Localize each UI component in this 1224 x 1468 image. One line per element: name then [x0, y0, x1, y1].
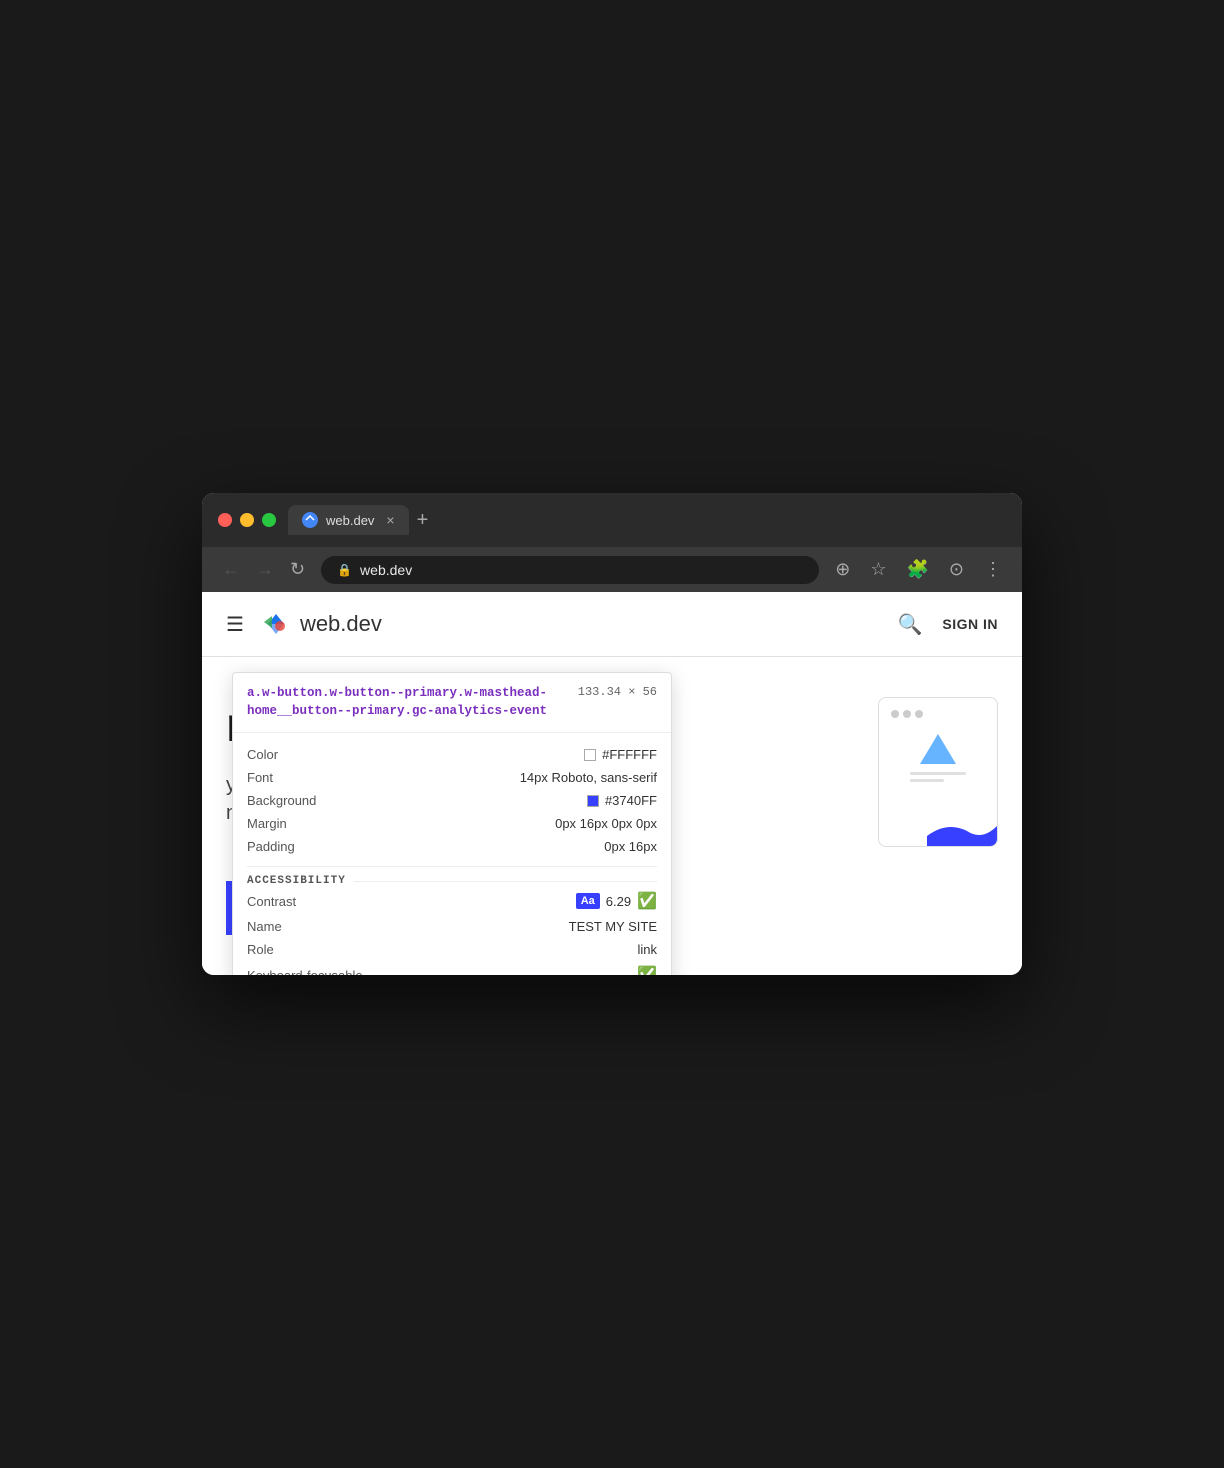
- color-swatch-white: [584, 749, 596, 761]
- name-value: TEST MY SITE: [569, 919, 657, 934]
- mock-wave: [927, 816, 997, 846]
- background-label: Background: [247, 793, 316, 808]
- padding-value: 0px 16px: [604, 839, 657, 854]
- name-label: Name: [247, 919, 282, 934]
- contrast-label: Contrast: [247, 894, 296, 909]
- forward-button[interactable]: →: [252, 555, 278, 584]
- browser-tab[interactable]: web.dev ×: [288, 505, 409, 535]
- mock-triangle: [920, 734, 956, 764]
- close-button[interactable]: [218, 513, 232, 527]
- contrast-value: Aa 6.29 ✅: [576, 891, 657, 911]
- browser-actions: ⊕ ☆ 🧩 ⊙ ⋮: [831, 555, 1006, 584]
- hero-illustration: [878, 697, 998, 847]
- inspector-divider: [247, 866, 657, 867]
- lock-icon: 🔒: [337, 563, 352, 577]
- font-label: Font: [247, 770, 273, 785]
- tab-bar: web.dev × +: [288, 505, 1006, 535]
- role-value: link: [637, 942, 657, 957]
- address-bar[interactable]: 🔒 web.dev: [321, 556, 819, 584]
- nav-buttons: ← → ↻: [218, 555, 309, 584]
- mock-line-1: [910, 772, 966, 775]
- margin-value: 0px 16px 0px 0px: [555, 816, 657, 831]
- refresh-button[interactable]: ↻: [286, 555, 309, 584]
- site-logo-text: web.dev: [300, 611, 382, 637]
- traffic-lights: [218, 513, 276, 527]
- minimize-button[interactable]: [240, 513, 254, 527]
- site-header-right: 🔍 SIGN IN: [897, 612, 998, 637]
- inspector-header: a.w-button.w-button--primary.w-masthead-…: [233, 673, 671, 733]
- padding-row: Padding 0px 16px: [247, 835, 657, 858]
- font-value: 14px Roboto, sans-serif: [520, 770, 657, 785]
- color-value: #FFFFFF: [584, 747, 657, 762]
- mock-line-2: [910, 779, 944, 782]
- keyboard-label: Keyboard-focusable: [247, 968, 363, 976]
- tab-close-button[interactable]: ×: [386, 512, 394, 528]
- browser-window: web.dev × + ← → ↻ 🔒 web.dev ⊕ ☆ 🧩 ⊙ ⋮: [202, 493, 1022, 975]
- mock-dot-2: [903, 710, 911, 718]
- site-header-left: ☰ web.dev: [226, 608, 382, 640]
- keyboard-value: ✅: [637, 965, 657, 975]
- background-value: #3740FF: [587, 793, 657, 808]
- accessibility-section-label: ACCESSIBILITY: [247, 875, 657, 887]
- sign-in-button[interactable]: SIGN IN: [942, 616, 998, 632]
- font-row: Font 14px Roboto, sans-serif: [247, 766, 657, 789]
- mock-lines: [910, 772, 966, 786]
- keyboard-row: Keyboard-focusable ✅: [247, 961, 657, 975]
- inspector-popup: a.w-button.w-button--primary.w-masthead-…: [232, 672, 672, 975]
- page-content: ☰ web.dev 🔍 SIGN IN: [202, 592, 1022, 975]
- url-display: web.dev: [360, 562, 412, 578]
- profile-icon[interactable]: ⊙: [945, 555, 968, 584]
- menu-icon[interactable]: ⋮: [980, 555, 1006, 584]
- color-swatch-blue: [587, 795, 599, 807]
- site-header: ☰ web.dev 🔍 SIGN IN: [202, 592, 1022, 657]
- padding-label: Padding: [247, 839, 295, 854]
- contrast-badge: Aa: [576, 893, 600, 909]
- new-tab-button[interactable]: +: [417, 509, 429, 532]
- tab-title: web.dev: [326, 513, 374, 528]
- title-bar: web.dev × +: [202, 493, 1022, 547]
- contrast-check-icon: ✅: [637, 891, 657, 911]
- extensions-icon[interactable]: 🧩: [902, 555, 932, 584]
- role-label: Role: [247, 942, 274, 957]
- margin-label: Margin: [247, 816, 287, 831]
- omnibox-bar: ← → ↻ 🔒 web.dev ⊕ ☆ 🧩 ⊙ ⋮: [202, 547, 1022, 592]
- inspector-body: Color #FFFFFF Font 14px Roboto, sans-ser…: [233, 733, 671, 975]
- zoom-icon[interactable]: ⊕: [831, 555, 854, 584]
- mock-browser-dots: [891, 710, 923, 718]
- background-row: Background #3740FF: [247, 789, 657, 812]
- maximize-button[interactable]: [262, 513, 276, 527]
- mock-dot-1: [891, 710, 899, 718]
- mock-dot-3: [915, 710, 923, 718]
- keyboard-check-icon: ✅: [637, 965, 657, 975]
- bookmark-icon[interactable]: ☆: [866, 555, 890, 584]
- inspector-dimensions: 133.34 × 56: [578, 685, 657, 699]
- hamburger-menu-icon[interactable]: ☰: [226, 612, 244, 637]
- name-row: Name TEST MY SITE: [247, 915, 657, 938]
- site-logo[interactable]: web.dev: [260, 608, 382, 640]
- role-row: Role link: [247, 938, 657, 961]
- search-icon[interactable]: 🔍: [897, 612, 922, 637]
- contrast-row: Contrast Aa 6.29 ✅: [247, 887, 657, 915]
- tab-favicon: [302, 512, 318, 528]
- back-button[interactable]: ←: [218, 555, 244, 584]
- color-label: Color: [247, 747, 278, 762]
- webdev-logo-icon: [260, 608, 292, 640]
- inspector-selector: a.w-button.w-button--primary.w-masthead-…: [247, 685, 566, 720]
- margin-row: Margin 0px 16px 0px 0px: [247, 812, 657, 835]
- color-row: Color #FFFFFF: [247, 743, 657, 766]
